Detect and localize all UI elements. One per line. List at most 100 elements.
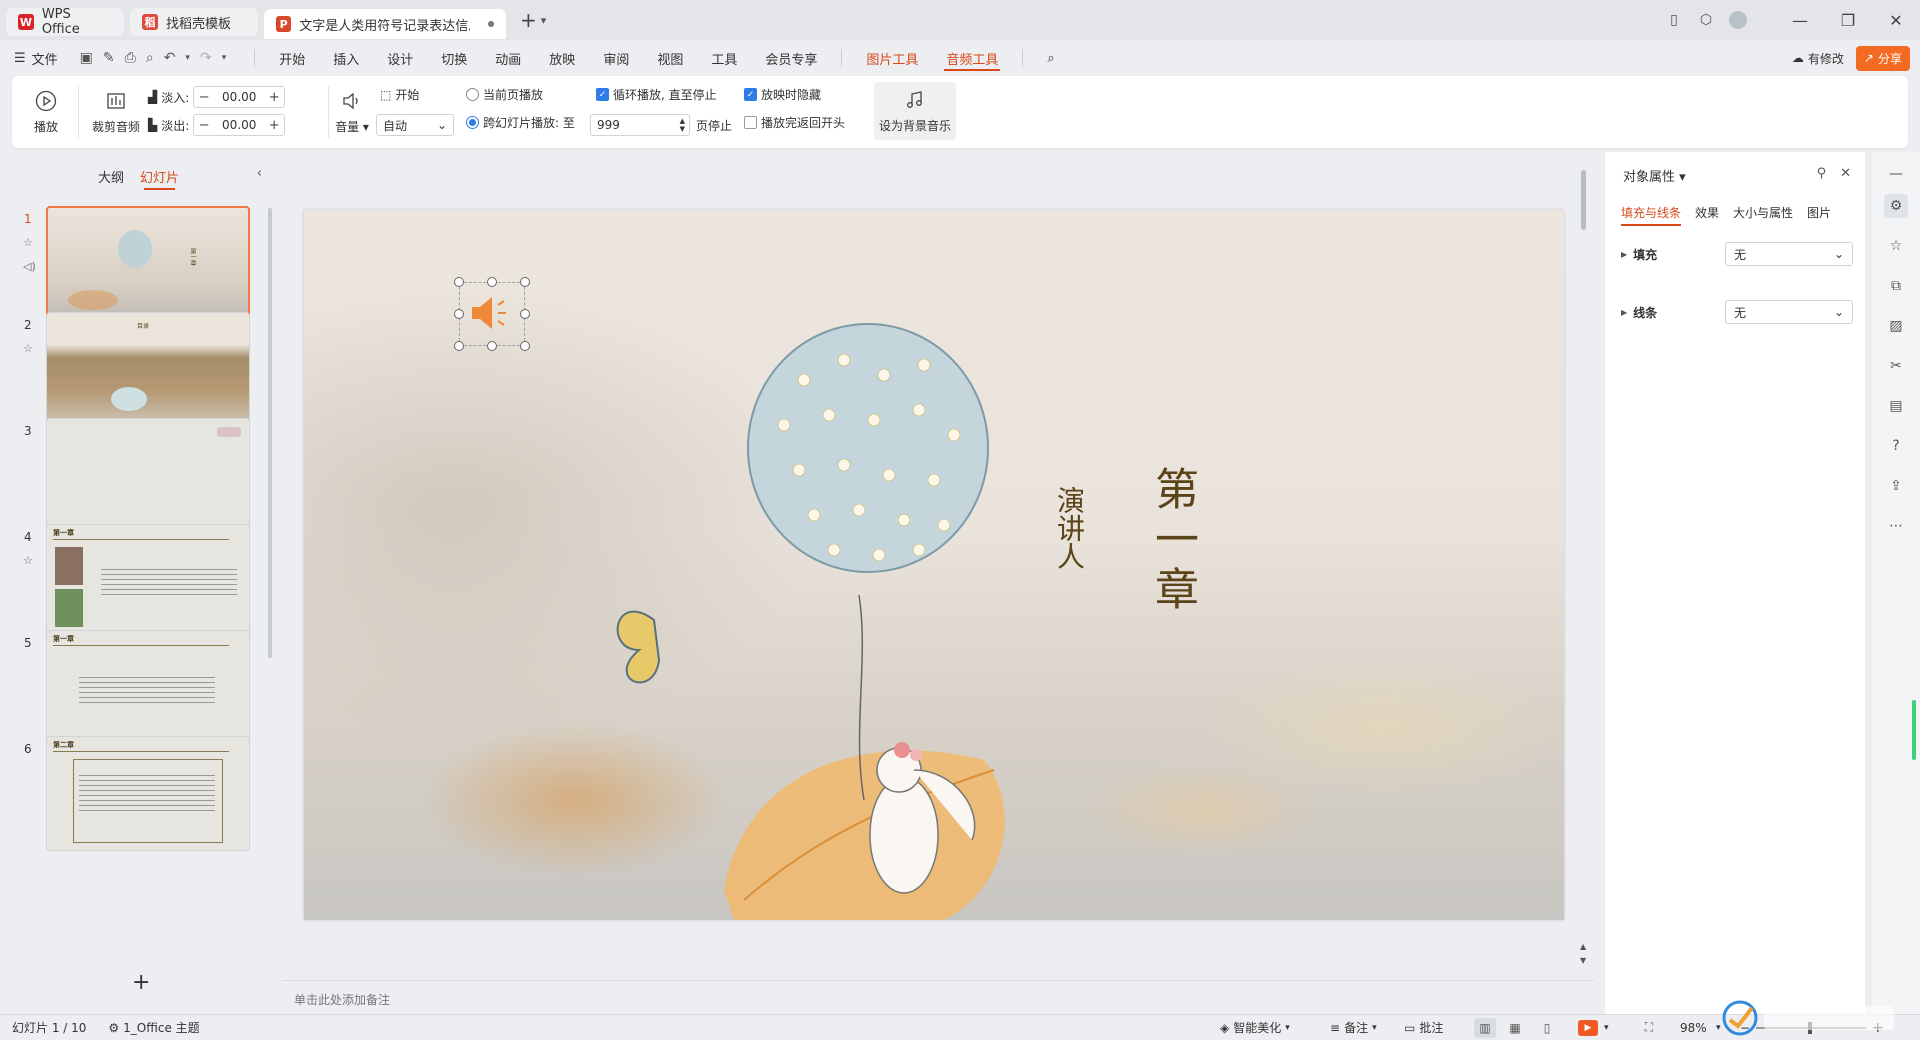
menu-member[interactable]: 会员专享: [751, 40, 831, 76]
close-button[interactable]: ✕: [1872, 0, 1920, 40]
tab-template[interactable]: 稻 找稻壳模板: [130, 8, 258, 36]
canvas-scrollbar[interactable]: ▲ ▼: [1580, 158, 1588, 965]
collapse-toolbar-icon[interactable]: —: [1884, 162, 1908, 186]
start-mode-select[interactable]: 自动 ⌄: [376, 114, 454, 136]
stop-page-stepper[interactable]: 999 ▲ ▼: [590, 114, 690, 136]
smart-beautify-button[interactable]: ◈ 智能美化 ▾: [1220, 1019, 1290, 1036]
slide-thumbnail-2[interactable]: 目录: [46, 312, 250, 427]
save-icon[interactable]: ▣: [80, 50, 93, 66]
current-slide[interactable]: 第一章 演讲人: [304, 210, 1564, 920]
layout-icon[interactable]: ▯: [1658, 0, 1690, 40]
hide-option[interactable]: ✓ 放映时隐藏: [744, 86, 821, 103]
book-icon[interactable]: ▤: [1884, 394, 1908, 418]
increment-icon[interactable]: +: [264, 90, 284, 105]
add-slide-plus-icon[interactable]: +: [132, 970, 150, 995]
avatar[interactable]: [1722, 0, 1754, 40]
print-icon[interactable]: ⎙: [125, 50, 136, 66]
decrement-icon[interactable]: −: [194, 90, 214, 105]
close-icon[interactable]: ✕: [1840, 166, 1851, 181]
speaker-label[interactable]: 演讲人: [1049, 486, 1089, 570]
undo-icon[interactable]: ↶: [164, 50, 176, 66]
slide-thumbnail-4[interactable]: 第一章: [46, 524, 250, 639]
current-page-radio[interactable]: [466, 88, 479, 101]
tab-effects[interactable]: 效果: [1695, 204, 1719, 221]
line-select[interactable]: 无 ⌄: [1725, 300, 1853, 324]
resize-handle[interactable]: [454, 277, 464, 287]
chapter-title[interactable]: 第一章: [1140, 466, 1204, 616]
more-chevron-icon[interactable]: ▾: [222, 53, 227, 63]
panel-title[interactable]: 对象属性 ▾: [1623, 166, 1686, 185]
tab-list-chevron-icon[interactable]: ▾: [541, 14, 547, 27]
tab-wps-office[interactable]: W WPS Office: [6, 7, 124, 37]
slideshow-play-icon[interactable]: ▶: [1578, 1019, 1598, 1036]
file-menu[interactable]: ☰ 文件: [14, 49, 58, 68]
menu-home[interactable]: 开始: [265, 40, 319, 76]
menu-review[interactable]: 审阅: [589, 40, 643, 76]
pane-scrollbar[interactable]: [268, 208, 272, 658]
resize-handle[interactable]: [487, 341, 497, 351]
scroll-thumb[interactable]: [1581, 170, 1586, 230]
help-icon[interactable]: ?: [1884, 434, 1908, 458]
fade-in-value[interactable]: 00.00: [214, 90, 264, 104]
zoom-level[interactable]: 98%: [1680, 1021, 1707, 1035]
revision-status[interactable]: ☁ 有修改: [1792, 50, 1844, 67]
loop-checkbox[interactable]: ✓: [596, 88, 609, 101]
fade-in-stepper[interactable]: − 00.00 +: [193, 86, 286, 108]
print-preview-icon[interactable]: ⌕: [146, 50, 154, 66]
tab-outline[interactable]: 大纲: [98, 167, 124, 186]
cross-slides-radio[interactable]: [466, 116, 479, 129]
increment-icon[interactable]: +: [264, 118, 284, 133]
redo-icon[interactable]: ↷: [200, 50, 212, 66]
audio-object-selection[interactable]: [459, 282, 525, 346]
tab-document[interactable]: P 文字是人类用符号记录表达信息以: [264, 9, 506, 39]
resize-handle[interactable]: [454, 309, 464, 319]
resize-handle[interactable]: [454, 341, 464, 351]
normal-view-icon[interactable]: ▥: [1474, 1017, 1496, 1038]
menu-tools[interactable]: 工具: [697, 40, 751, 76]
menu-picture-tools[interactable]: 图片工具: [852, 40, 932, 76]
fill-section[interactable]: ▶ 填充 无 ⌄: [1621, 242, 1853, 266]
minimize-button[interactable]: —: [1776, 0, 1824, 40]
reading-view-icon[interactable]: ▯: [1536, 1018, 1558, 1038]
hide-checkbox[interactable]: ✓: [744, 88, 757, 101]
slideshow-chevron-icon[interactable]: ▾: [1604, 1023, 1609, 1033]
line-section[interactable]: ▶ 线条 无 ⌄: [1621, 300, 1853, 324]
menu-slideshow[interactable]: 放映: [535, 40, 589, 76]
pin-icon[interactable]: ⚲: [1817, 166, 1827, 181]
set-background-music-button[interactable]: 设为背景音乐: [874, 82, 956, 140]
resize-handle[interactable]: [520, 277, 530, 287]
cube-icon[interactable]: ⬡: [1690, 0, 1722, 40]
menu-design[interactable]: 设计: [373, 40, 427, 76]
tab-fill-line[interactable]: 填充与线条: [1621, 204, 1682, 226]
pen-icon[interactable]: ✎: [103, 50, 115, 66]
stop-page-value[interactable]: 999: [597, 118, 620, 132]
menu-insert[interactable]: 插入: [319, 40, 373, 76]
sorter-view-icon[interactable]: ▦: [1504, 1018, 1526, 1038]
properties-icon[interactable]: ⚙: [1884, 194, 1908, 218]
menu-animation[interactable]: 动画: [481, 40, 535, 76]
share-button[interactable]: ↗ 分享: [1855, 45, 1910, 71]
tab-size-properties[interactable]: 大小与属性: [1733, 204, 1793, 221]
tab-picture[interactable]: 图片: [1807, 204, 1831, 221]
search-icon[interactable]: ⌕: [1033, 40, 1068, 76]
new-tab-plus-icon[interactable]: +: [520, 8, 537, 32]
trim-audio-button[interactable]: 裁剪音频: [88, 84, 144, 140]
fade-out-value[interactable]: 00.00: [214, 118, 264, 132]
image-edit-icon[interactable]: ▨: [1884, 314, 1908, 338]
fit-window-icon[interactable]: ⛶: [1638, 1018, 1660, 1038]
play-button[interactable]: 播放: [26, 84, 66, 140]
slide-thumbnail-1[interactable]: 第一章: [46, 206, 250, 321]
slide-thumbnail-5[interactable]: 第一章: [46, 630, 250, 745]
star-icon[interactable]: ☆: [1884, 234, 1908, 258]
more-icon[interactable]: ⋯: [1884, 514, 1908, 538]
notes-field[interactable]: 单击此处添加备注: [282, 980, 1594, 1014]
fade-out-stepper[interactable]: − 00.00 +: [193, 114, 286, 136]
collapse-pane-icon[interactable]: ‹: [257, 166, 262, 181]
comments-button[interactable]: ▭ 批注: [1404, 1019, 1443, 1036]
copy-icon[interactable]: ⧉: [1884, 274, 1908, 298]
resize-handle[interactable]: [520, 341, 530, 351]
current-page-option[interactable]: 当前页播放: [466, 86, 543, 103]
notes-button[interactable]: ≡ 备注 ▾: [1330, 1019, 1377, 1036]
share-icon[interactable]: ⇪: [1884, 474, 1908, 498]
rewind-checkbox[interactable]: [744, 116, 757, 129]
